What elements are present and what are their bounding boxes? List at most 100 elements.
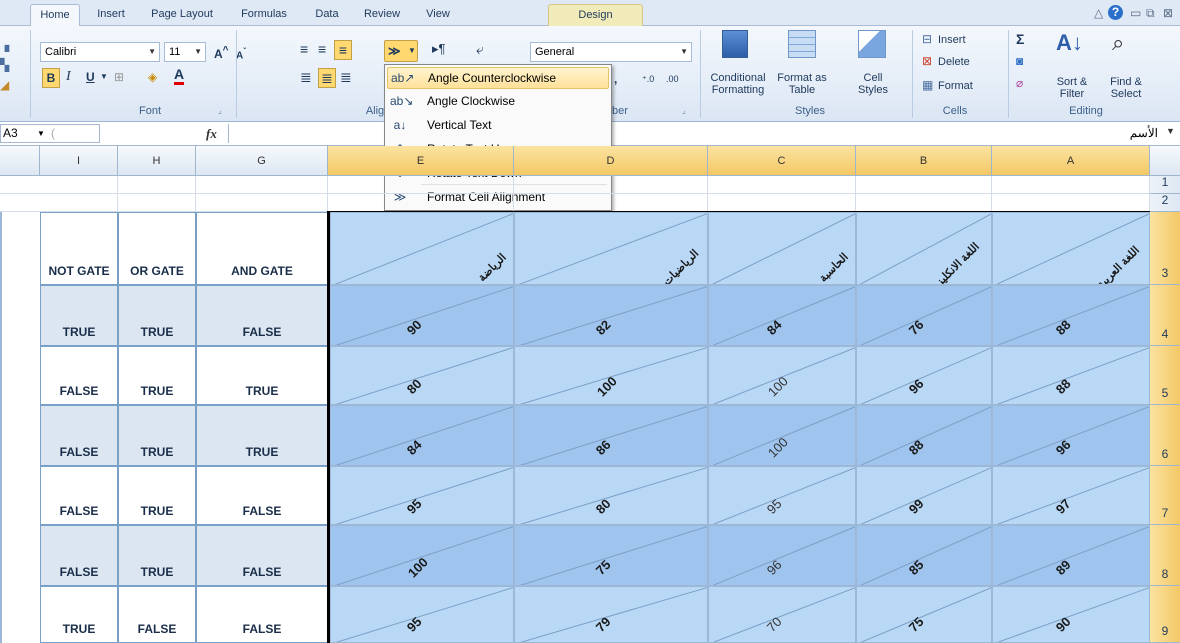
gate-value-cell[interactable]: FALSE: [40, 405, 118, 466]
grade-cell[interactable]: 79: [514, 586, 708, 643]
font-color-icon[interactable]: A: [174, 66, 185, 85]
decrease-decimal-icon[interactable]: .00: [666, 70, 679, 88]
gate-value-cell[interactable]: TRUE: [196, 346, 328, 405]
subject-header-cell[interactable]: اللغة العربية: [992, 212, 1150, 285]
gate-value-cell[interactable]: TRUE: [118, 405, 196, 466]
student-name-cell[interactable]: محمد مالك: [0, 285, 2, 346]
row-header-4[interactable]: 4: [1150, 285, 1180, 346]
minimize-ribbon-icon[interactable]: △: [1094, 6, 1103, 20]
delete-button[interactable]: Delete: [938, 56, 988, 68]
row-header-8[interactable]: 8: [1150, 525, 1180, 586]
insert-function-icon[interactable]: fx: [206, 126, 217, 142]
tab-page-layout[interactable]: Page Layout: [140, 4, 224, 26]
row-header-7[interactable]: 7: [1150, 466, 1180, 525]
cell-styles-button[interactable]: Cell Styles: [850, 72, 896, 96]
subject-header-cell[interactable]: الرياضيات: [514, 212, 708, 285]
grade-cell[interactable]: 95: [330, 586, 514, 643]
subject-header-cell[interactable]: الأسم: [0, 212, 2, 285]
number-launcher-icon[interactable]: ⌟: [682, 105, 686, 117]
gate-value-cell[interactable]: FALSE: [40, 525, 118, 586]
underline-dropdown-icon[interactable]: ▼: [100, 68, 108, 86]
gate-value-cell[interactable]: FALSE: [196, 525, 328, 586]
gate-header-cell[interactable]: NOT GATE: [40, 212, 118, 285]
gate-header-cell[interactable]: OR GATE: [118, 212, 196, 285]
text-direction-icon[interactable]: ▸¶: [432, 40, 446, 58]
student-name-cell[interactable]: زينب محمد علي: [0, 586, 2, 643]
middle-align-icon[interactable]: ≡: [318, 40, 326, 58]
row-header-2[interactable]: 2: [1150, 193, 1180, 212]
increase-decimal-icon[interactable]: ⁺.0: [642, 70, 654, 88]
select-all-corner[interactable]: [1150, 146, 1180, 176]
format-button[interactable]: Format: [938, 80, 988, 92]
student-name-cell[interactable]: خليل حامد: [0, 525, 2, 586]
gate-value-cell[interactable]: FALSE: [40, 466, 118, 525]
row-header-3[interactable]: 3: [1150, 212, 1180, 285]
column-header-c[interactable]: C: [708, 146, 856, 176]
grade-cell[interactable]: 76: [856, 285, 992, 346]
column-header-h[interactable]: H: [118, 146, 196, 176]
column-header-g[interactable]: G: [196, 146, 328, 176]
align-right-icon[interactable]: ≣: [340, 68, 352, 86]
tab-view[interactable]: View: [418, 4, 458, 26]
gate-header-cell[interactable]: AND GATE: [196, 212, 328, 285]
grade-cell[interactable]: 82: [514, 285, 708, 346]
top-align-icon[interactable]: ≡: [300, 40, 308, 58]
grade-cell[interactable]: 100: [514, 346, 708, 405]
tab-review[interactable]: Review: [356, 4, 408, 26]
sort-filter-button[interactable]: Sort & Filter: [1046, 76, 1098, 100]
grade-cell[interactable]: 80: [330, 346, 514, 405]
gate-value-cell[interactable]: TRUE: [118, 466, 196, 525]
conditional-formatting-button[interactable]: Conditional Formatting: [706, 72, 770, 96]
grade-cell[interactable]: 75: [514, 525, 708, 586]
bold-icon[interactable]: B: [42, 68, 60, 88]
tab-insert[interactable]: Insert: [88, 4, 134, 26]
align-center-icon[interactable]: ≣: [318, 68, 336, 88]
paste-icon[interactable]: ▗: [0, 36, 9, 54]
gate-value-cell[interactable]: FALSE: [196, 285, 328, 346]
menu-item-angle-clockwise[interactable]: ab↘ Angle Clockwise: [387, 91, 609, 113]
row-header-6[interactable]: 6: [1150, 405, 1180, 466]
gate-value-cell[interactable]: TRUE: [40, 586, 118, 643]
tab-design[interactable]: Design: [548, 4, 643, 26]
grade-cell[interactable]: 99: [856, 466, 992, 525]
grade-cell[interactable]: 84: [708, 285, 856, 346]
name-box[interactable]: A3 ▼(: [0, 124, 100, 143]
column-header-e[interactable]: E: [328, 146, 514, 176]
subject-header-cell[interactable]: الحاسبة: [708, 212, 856, 285]
grade-cell[interactable]: 90: [992, 586, 1150, 643]
grade-cell[interactable]: 89: [992, 525, 1150, 586]
tab-home[interactable]: Home: [30, 4, 80, 26]
column-header-a[interactable]: A: [992, 146, 1150, 176]
grade-cell[interactable]: 96: [992, 405, 1150, 466]
grade-cell[interactable]: 75: [856, 586, 992, 643]
tab-formulas[interactable]: Formulas: [232, 4, 296, 26]
gate-value-cell[interactable]: TRUE: [196, 405, 328, 466]
grade-cell[interactable]: 97: [992, 466, 1150, 525]
underline-icon[interactable]: U: [86, 68, 95, 86]
menu-item-vertical-text[interactable]: a↓ Vertical Text: [387, 115, 609, 137]
format-painter-icon[interactable]: ◢: [0, 76, 9, 94]
font-launcher-icon[interactable]: ⌟: [218, 105, 222, 117]
format-as-table-button[interactable]: Format as Table: [776, 72, 828, 96]
insert-button[interactable]: Insert: [938, 34, 988, 46]
gate-value-cell[interactable]: FALSE: [196, 586, 328, 643]
student-name-cell[interactable]: ع: [0, 466, 2, 525]
expand-formula-icon[interactable]: ▼: [1166, 126, 1175, 136]
tab-data[interactable]: Data: [308, 4, 346, 26]
help-icon[interactable]: ?: [1108, 5, 1123, 20]
menu-item-angle-counterclockwise[interactable]: ab↗ Angle Counterclockwise: [387, 67, 609, 89]
gate-value-cell[interactable]: TRUE: [118, 285, 196, 346]
grade-cell[interactable]: 80: [514, 466, 708, 525]
grade-cell[interactable]: 86: [514, 405, 708, 466]
number-format-combo[interactable]: General ▼: [530, 42, 692, 62]
grow-font-icon[interactable]: A^: [214, 42, 229, 63]
minimize-icon[interactable]: ▭: [1130, 6, 1141, 20]
gate-value-cell[interactable]: TRUE: [118, 525, 196, 586]
fill-icon[interactable]: ◙: [1016, 52, 1023, 70]
gate-value-cell[interactable]: TRUE: [40, 285, 118, 346]
grade-cell[interactable]: 70: [708, 586, 856, 643]
borders-icon[interactable]: ⊞: [114, 68, 124, 86]
column-header-b[interactable]: B: [856, 146, 992, 176]
subject-header-cell[interactable]: اللغة الانكليزية: [856, 212, 992, 285]
row-header-9[interactable]: 9: [1150, 586, 1180, 643]
